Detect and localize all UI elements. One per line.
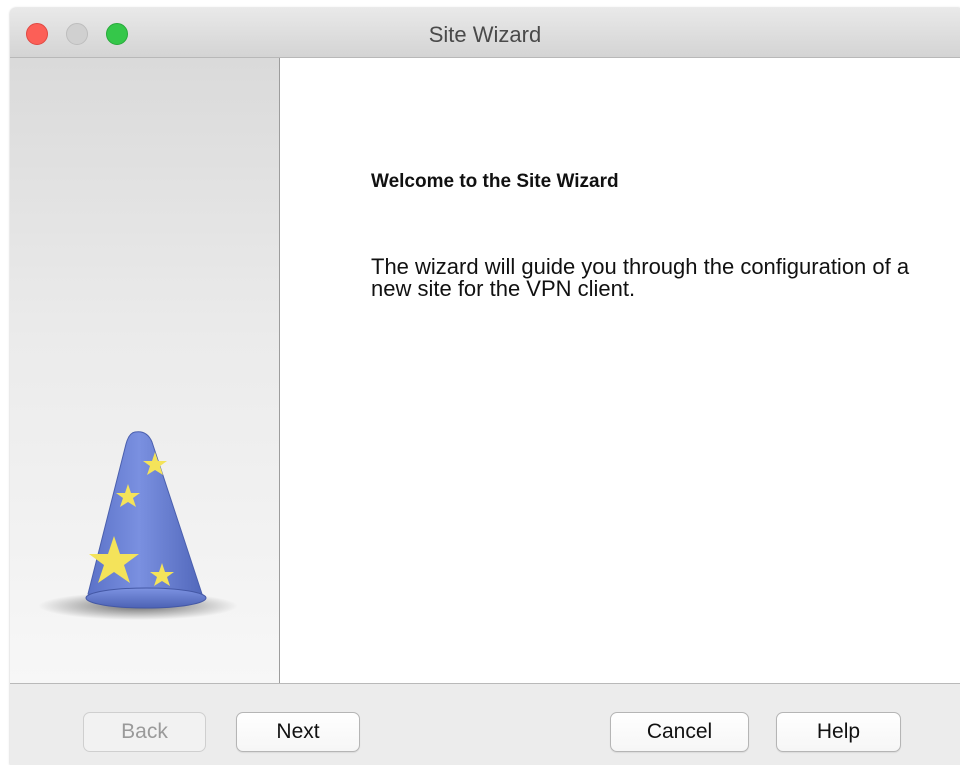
next-button[interactable]: Next (236, 712, 360, 752)
welcome-heading: Welcome to the Site Wizard (371, 171, 619, 192)
wizard-button-bar: Back Next Cancel Help (10, 684, 960, 765)
help-button[interactable]: Help (776, 712, 901, 752)
wizard-content: Welcome to the Site Wizard The wizard wi… (10, 58, 960, 684)
title-bar[interactable]: Site Wizard (10, 8, 960, 58)
wizard-side-panel (10, 58, 280, 683)
wizard-main-panel: Welcome to the Site Wizard The wizard wi… (281, 58, 960, 683)
back-button[interactable]: Back (83, 712, 206, 752)
site-wizard-window: Site Wizard Welcome to the Site Wizard T… (10, 8, 960, 765)
window-title: Site Wizard (428, 22, 542, 47)
wizard-description: The wizard will guide you through the co… (371, 254, 910, 301)
wizard-hat-icon (38, 431, 238, 620)
cancel-button[interactable]: Cancel (610, 712, 749, 752)
